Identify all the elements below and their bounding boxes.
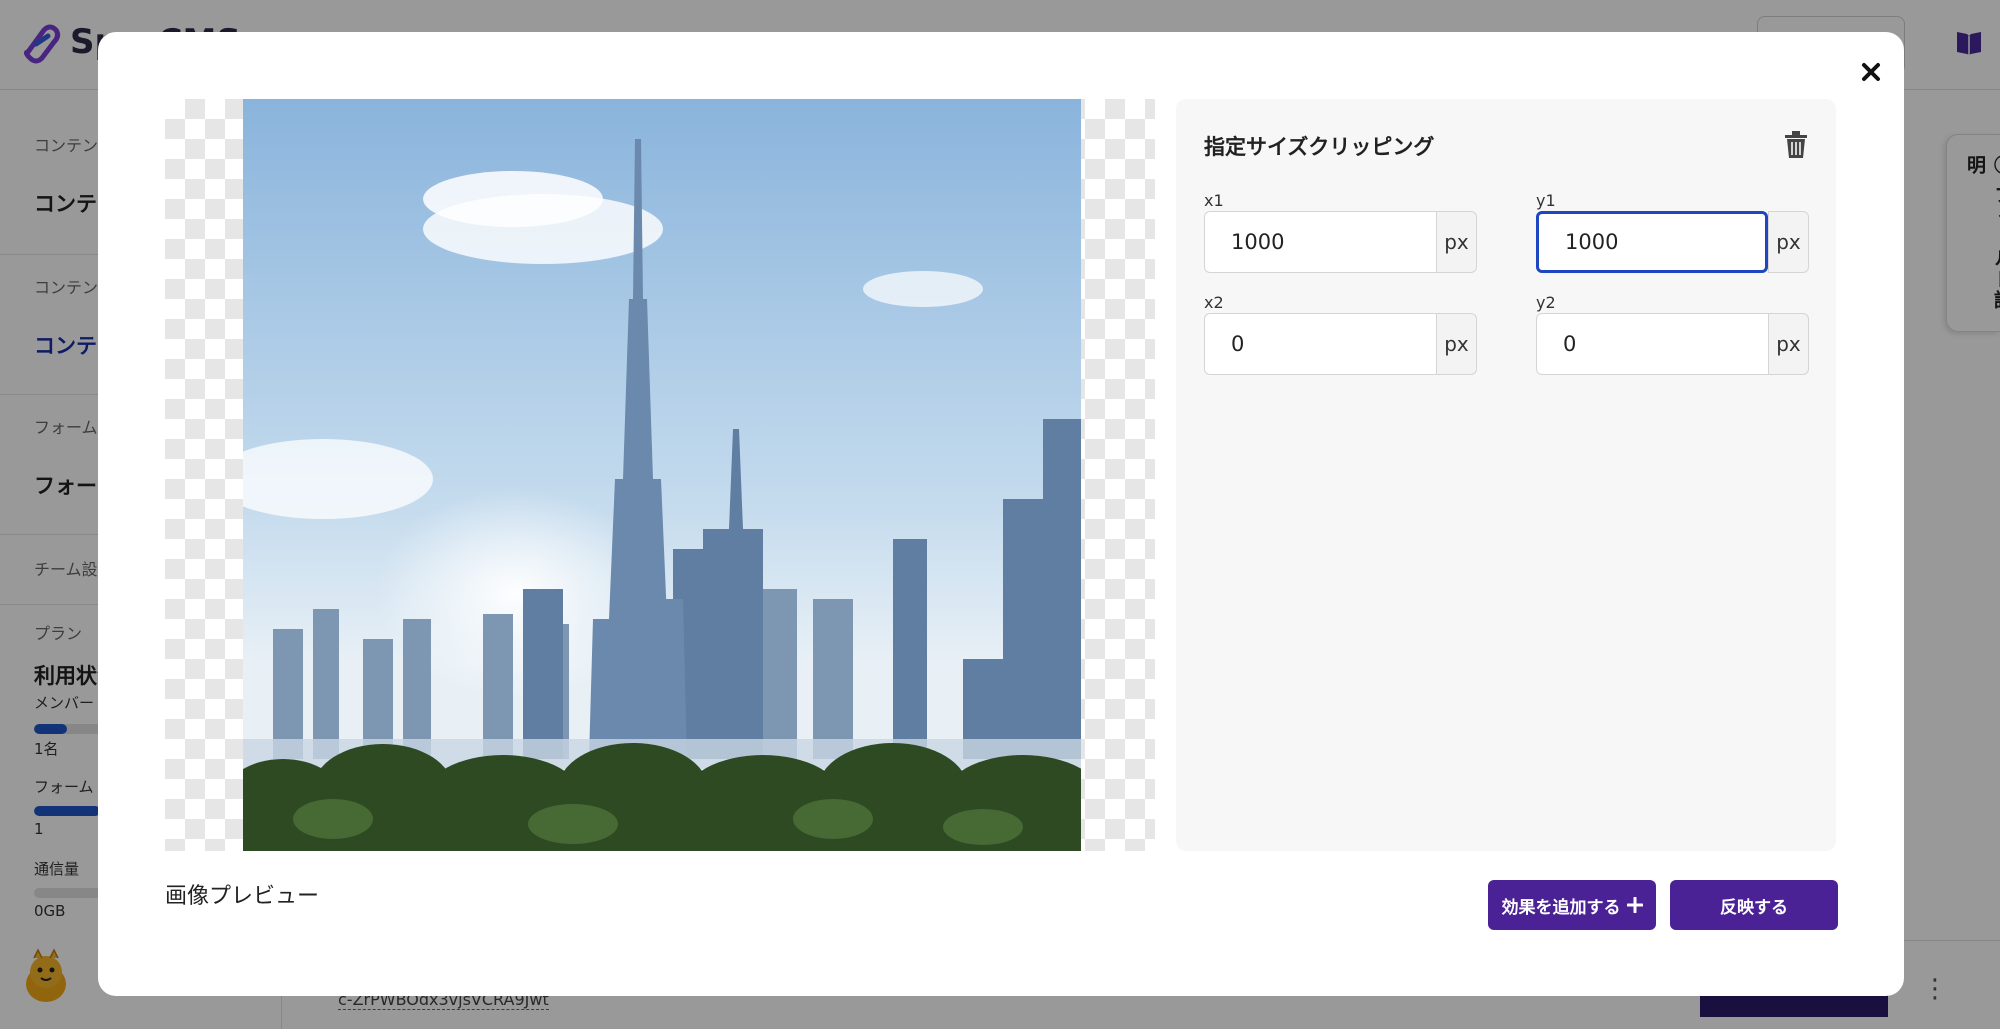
add-effect-button[interactable]: 効果を追加する [1488, 880, 1656, 930]
x1-input[interactable] [1204, 211, 1436, 273]
trash-icon[interactable] [1784, 131, 1808, 159]
y2-label: y2 [1536, 293, 1556, 312]
close-icon [1862, 63, 1880, 81]
apply-button[interactable]: 反映する [1670, 880, 1838, 930]
y2-input[interactable] [1536, 313, 1768, 375]
y1-field: px [1536, 211, 1809, 273]
x1-unit: px [1436, 211, 1477, 273]
preview-photo [243, 99, 1081, 851]
plus-icon [1626, 897, 1643, 913]
image-edit-modal: 画像プレビュー 指定サイズクリッピング x1 px y1 px x2 px y2… [98, 32, 1904, 996]
clipping-panel: 指定サイズクリッピング x1 px y1 px x2 px y2 px [1176, 99, 1836, 851]
x2-label: x2 [1204, 293, 1224, 312]
x1-field: px [1204, 211, 1477, 273]
x2-unit: px [1436, 313, 1477, 375]
preview-label: 画像プレビュー [165, 884, 320, 909]
image-preview [165, 99, 1155, 851]
y2-unit: px [1768, 313, 1809, 375]
x1-label: x1 [1204, 191, 1224, 210]
x2-input[interactable] [1204, 313, 1436, 375]
y2-field: px [1536, 313, 1809, 375]
y1-unit: px [1768, 211, 1809, 273]
y1-label: y1 [1536, 191, 1556, 210]
y1-input[interactable] [1536, 211, 1768, 273]
add-effect-label: 効果を追加する [1501, 897, 1621, 918]
panel-title: 指定サイズクリッピング [1204, 135, 1435, 159]
x2-field: px [1204, 313, 1477, 375]
close-button[interactable] [1853, 54, 1889, 90]
